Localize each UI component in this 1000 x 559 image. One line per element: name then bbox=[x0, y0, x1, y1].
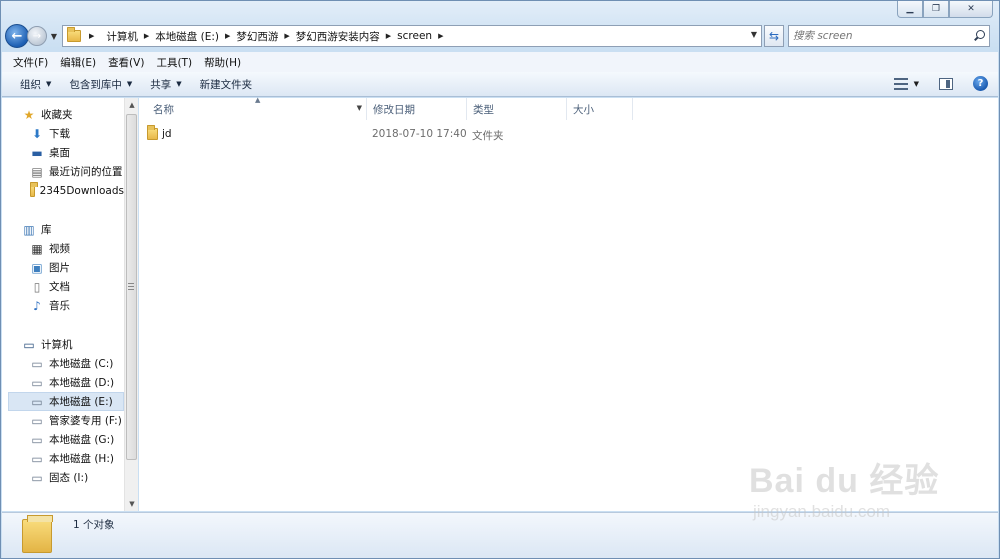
menu-bar: 文件(F) 编辑(E) 查看(V) 工具(T) 帮助(H) bbox=[2, 52, 998, 72]
folder-icon bbox=[67, 27, 81, 42]
breadcrumb-item[interactable]: 本地磁盘 (E:) bbox=[155, 29, 219, 44]
drive-icon: ▭ bbox=[31, 432, 43, 447]
baidu-jingyan-watermark: Bai du 经验 jingyan.baidu.com bbox=[749, 453, 969, 543]
recent-places-icon: ▤ bbox=[31, 164, 43, 179]
preview-pane-icon[interactable] bbox=[939, 77, 953, 90]
folder-icon bbox=[30, 181, 38, 197]
pictures-icon: ▣ bbox=[31, 260, 43, 275]
file-modified-date: 2018-07-10 17:40 bbox=[372, 128, 467, 140]
breadcrumb-item[interactable]: 梦幻西游 bbox=[236, 29, 278, 44]
breadcrumb-arrow[interactable]: ▶ bbox=[284, 32, 295, 40]
computer-icon: ▭ bbox=[23, 337, 35, 352]
music-icon: ♪ bbox=[33, 298, 41, 313]
breadcrumb-arrow[interactable]: ▶ bbox=[386, 32, 397, 40]
column-filter-dropdown[interactable]: ▼ bbox=[357, 104, 362, 112]
desktop-icon: ▬ bbox=[31, 145, 43, 160]
breadcrumb-item[interactable]: screen bbox=[397, 30, 432, 42]
menu-view[interactable]: 查看(V) bbox=[102, 55, 150, 70]
file-type: 文件夹 bbox=[472, 130, 504, 142]
address-bar[interactable]: ▶ 计算机 ▶ 本地磁盘 (E:) ▶ 梦幻西游 ▶ 梦幻西游安装内容 ▶ sc… bbox=[62, 25, 762, 47]
folder-icon bbox=[22, 515, 53, 553]
breadcrumb-arrow[interactable]: ▶ bbox=[144, 32, 155, 40]
nav-drive-e[interactable]: ▭ 本地磁盘 (E:) bbox=[8, 392, 124, 411]
organize-button[interactable]: 组织 ▼ bbox=[2, 77, 60, 92]
view-list-icon[interactable] bbox=[893, 77, 908, 90]
close-button[interactable]: ✕ bbox=[949, 1, 993, 18]
menu-tools[interactable]: 工具(T) bbox=[150, 55, 198, 70]
drive-icon: ▭ bbox=[31, 375, 43, 390]
documents-icon: ▯ bbox=[33, 279, 41, 294]
column-header-name[interactable]: 名称 ▲ ▼ bbox=[147, 96, 367, 120]
back-button[interactable]: ← bbox=[5, 24, 29, 48]
breadcrumb-arrow[interactable]: ▶ bbox=[438, 32, 449, 40]
caption-buttons: ▁ ❐ ✕ bbox=[897, 1, 993, 18]
library-icon: ▥ bbox=[23, 222, 35, 237]
column-header-modified[interactable]: 修改日期 bbox=[367, 98, 467, 120]
search-box[interactable] bbox=[788, 25, 990, 47]
sort-ascending-icon: ▲ bbox=[255, 96, 261, 104]
file-list-pane: 名称 ▲ ▼ 修改日期 类型 大小 jd 2018-07-10 17:40 文件… bbox=[139, 96, 998, 511]
recent-pages-dropdown[interactable]: ▼ bbox=[49, 32, 59, 41]
scroll-up-arrow-icon[interactable]: ▲ bbox=[125, 98, 139, 112]
forward-button[interactable]: → bbox=[27, 26, 47, 46]
folder-icon bbox=[147, 124, 158, 140]
command-bar-right: ▼ ? bbox=[893, 76, 988, 91]
explorer-window: ▁ ❐ ✕ ← → ▼ ▶ 计算机 ▶ 本地磁盘 (E:) ▶ 梦幻西游 ▶ 梦… bbox=[0, 0, 1000, 559]
system-drive-icon: ▭ bbox=[31, 356, 43, 371]
refresh-button[interactable]: ⇆ bbox=[764, 25, 784, 47]
item-count: 1 个对象 bbox=[73, 519, 115, 531]
minimize-button[interactable]: ▁ bbox=[897, 1, 923, 18]
downloads-icon: ⬇ bbox=[31, 126, 43, 141]
watermark-logo: Bai du 经验 bbox=[749, 462, 940, 500]
view-dropdown-icon[interactable]: ▼ bbox=[914, 80, 919, 88]
chevron-down-icon: ▼ bbox=[46, 80, 52, 88]
new-folder-button[interactable]: 新建文件夹 bbox=[191, 77, 262, 92]
breadcrumb-root-arrow[interactable]: ▶ bbox=[89, 32, 100, 40]
menu-edit[interactable]: 编辑(E) bbox=[54, 55, 102, 70]
menu-help[interactable]: 帮助(H) bbox=[198, 55, 247, 70]
maximize-button[interactable]: ❐ bbox=[923, 1, 949, 18]
address-row: ← → ▼ ▶ 计算机 ▶ 本地磁盘 (E:) ▶ 梦幻西游 ▶ 梦幻西游安装内… bbox=[5, 23, 995, 49]
command-bar: 组织 ▼ 包含到库中 ▼ 共享 ▼ 新建文件夹 ▼ ? bbox=[2, 72, 998, 97]
share-button[interactable]: 共享 ▼ bbox=[141, 77, 190, 92]
address-history-dropdown[interactable]: ▼ bbox=[751, 30, 757, 39]
chevron-down-icon: ▼ bbox=[126, 80, 133, 88]
file-name: jd bbox=[162, 127, 172, 140]
scroll-grip-icon bbox=[128, 283, 134, 290]
breadcrumb-item[interactable]: 梦幻西游安装内容 bbox=[296, 29, 380, 44]
chevron-down-icon: ▼ bbox=[176, 80, 182, 88]
menu-file[interactable]: 文件(F) bbox=[2, 55, 54, 70]
search-input[interactable] bbox=[793, 30, 973, 42]
navigation-pane: ★ 收藏夹 ⬇ 下载 ▬ 桌面 ▤ 最近访问的位置 2345Downloads … bbox=[2, 98, 138, 511]
drive-icon: ▭ bbox=[31, 394, 43, 409]
drive-icon: ▭ bbox=[31, 413, 43, 428]
column-header-type[interactable]: 类型 bbox=[467, 98, 567, 120]
drive-icon: ▭ bbox=[31, 470, 43, 485]
nav-scrollbar[interactable]: ▲ ▼ bbox=[124, 98, 138, 511]
nav-item-2345downloads[interactable]: 2345Downloads bbox=[30, 181, 124, 200]
watermark-url: jingyan.baidu.com bbox=[753, 502, 891, 521]
star-icon: ★ bbox=[23, 107, 35, 122]
include-in-library-button[interactable]: 包含到库中 ▼ bbox=[60, 77, 141, 92]
video-icon: ▦ bbox=[31, 241, 43, 256]
help-icon[interactable]: ? bbox=[973, 76, 988, 91]
drive-icon: ▭ bbox=[31, 451, 43, 466]
column-header-size[interactable]: 大小 bbox=[567, 98, 633, 120]
breadcrumb-arrow[interactable]: ▶ bbox=[225, 32, 236, 40]
scroll-down-arrow-icon[interactable]: ▼ bbox=[125, 497, 139, 511]
breadcrumb-item[interactable]: 计算机 bbox=[106, 29, 138, 44]
search-icon[interactable] bbox=[973, 30, 985, 42]
